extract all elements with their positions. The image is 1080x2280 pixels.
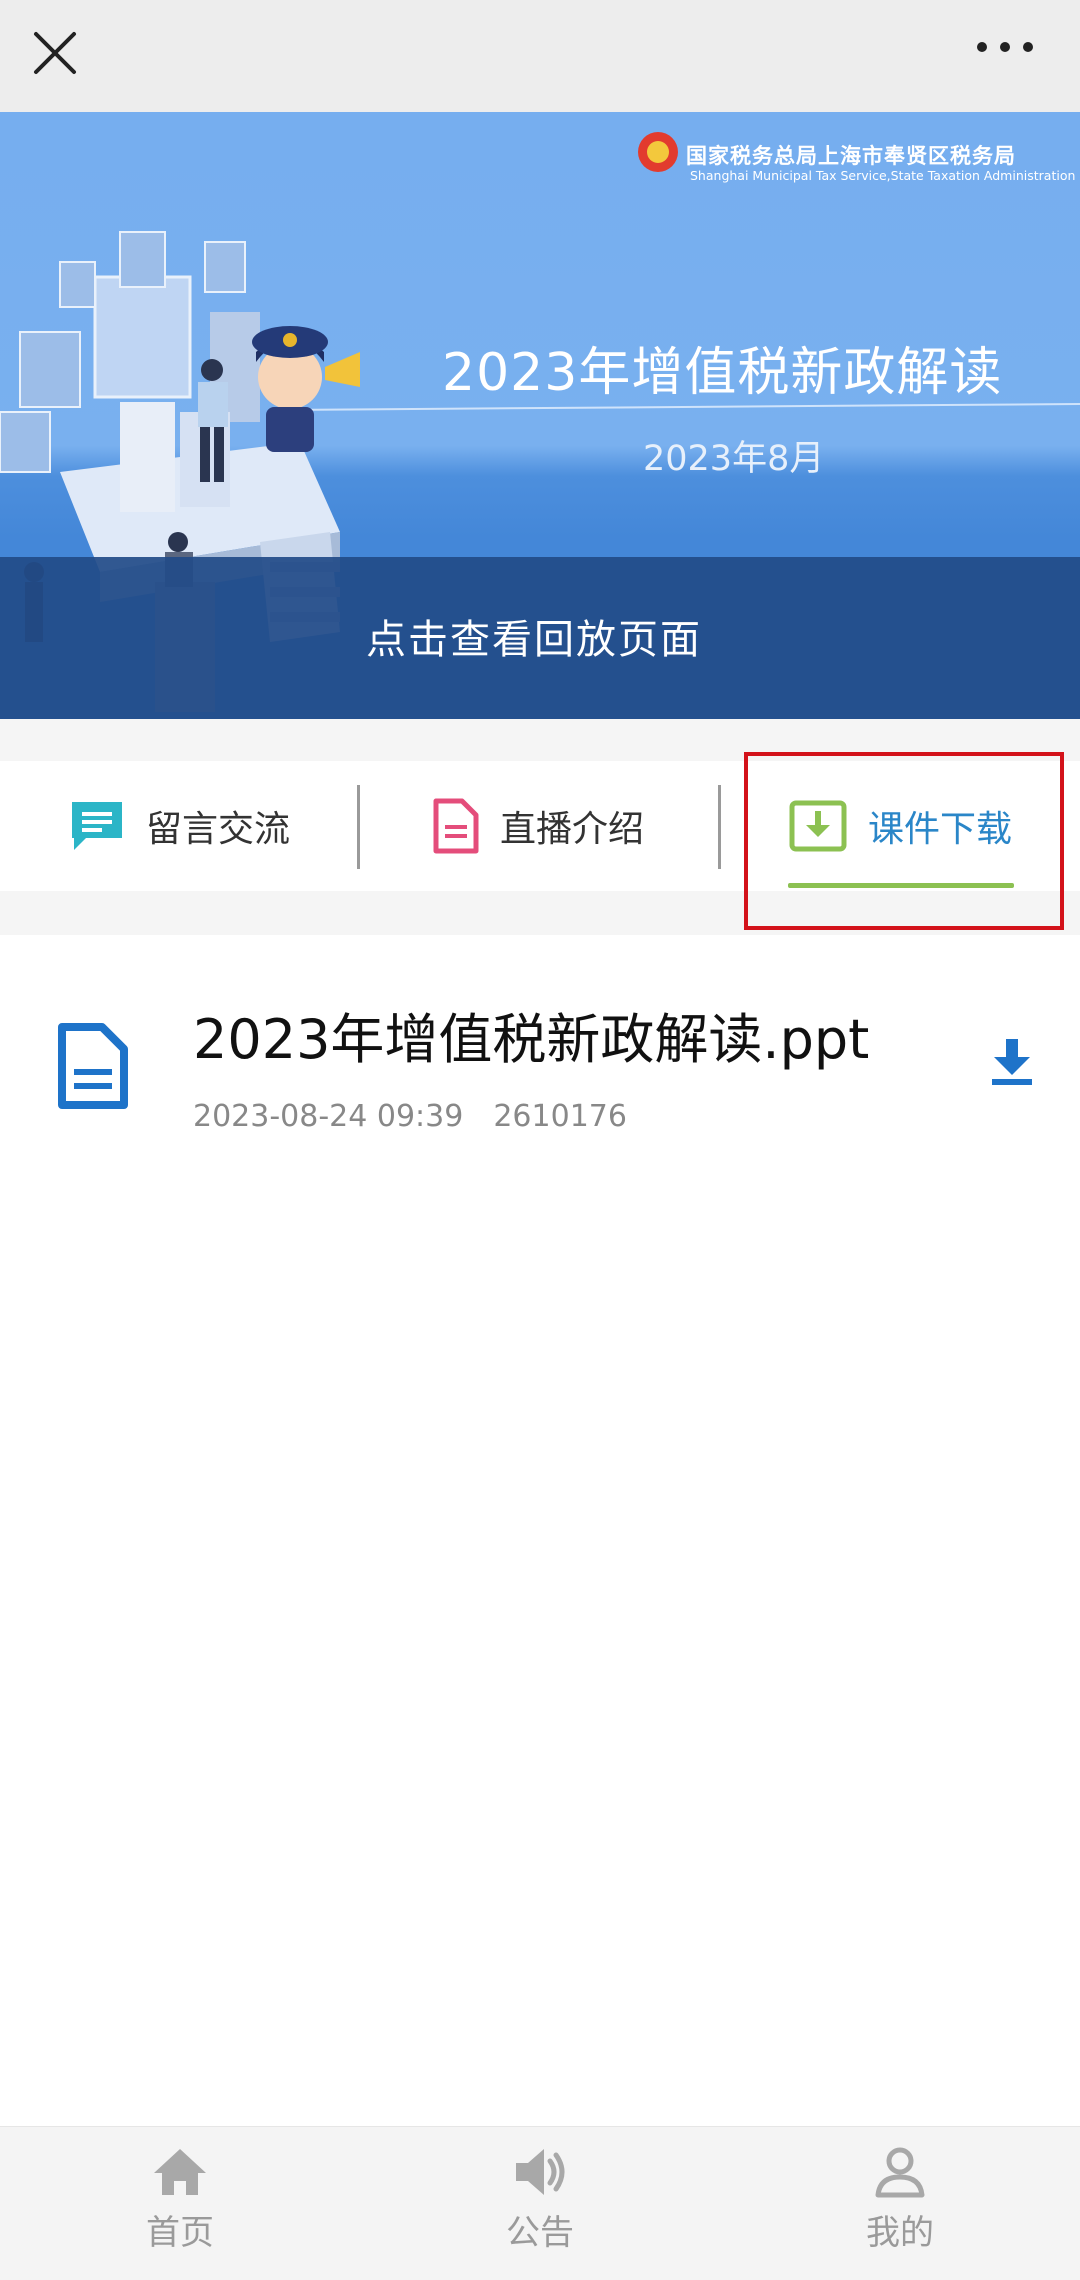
replay-link[interactable]: 点击查看回放页面 (366, 607, 702, 665)
nav-home-label: 首页 (146, 2213, 214, 2253)
user-icon (875, 2147, 925, 2198)
file-icon (58, 1023, 128, 1109)
nav-mine[interactable]: 我的 (780, 2127, 1020, 2280)
tab-message-label: 留言交流 (146, 809, 291, 850)
nav-mine-label: 我的 (866, 2213, 934, 2253)
tab-message[interactable]: 留言交流 (68, 761, 290, 891)
tab-divider (718, 785, 721, 869)
close-icon (34, 32, 76, 74)
document-icon (433, 798, 479, 854)
top-bar (0, 0, 1080, 112)
bottom-navigation: 首页 公告 我的 (0, 2126, 1080, 2280)
tab-intro[interactable]: 直播介绍 (432, 761, 644, 891)
live-replay-banner[interactable]: 国家税务总局上海市奉贤区税务局 Shanghai Municipal Tax S… (0, 112, 1080, 719)
banner-date: 2023年8月 (643, 439, 825, 479)
tab-intro-label: 直播介绍 (500, 809, 645, 850)
file-list-item[interactable]: 2023年增值税新政解读.ppt 2023-08-24 09:39 2610176 (0, 935, 1080, 1165)
more-options-button[interactable] (970, 22, 1040, 84)
file-name: 2023年增值税新政解读.ppt (193, 1008, 870, 1071)
download-icon[interactable] (988, 1035, 1036, 1087)
message-icon (72, 802, 122, 850)
banner-title: 2023年增值税新政解读 (442, 343, 1003, 403)
nav-notice[interactable]: 公告 (420, 2127, 660, 2280)
highlight-box (744, 752, 1064, 930)
banner-organization: 国家税务总局上海市奉贤区税务局 (686, 144, 1016, 168)
file-meta: 2023-08-24 09:39 2610176 (193, 1099, 657, 1134)
more-icon (977, 42, 1033, 52)
banner-organization-english: Shanghai Municipal Tax Service,State Tax… (690, 168, 1076, 183)
speaker-icon (516, 2149, 565, 2195)
file-size: 2610176 (493, 1099, 627, 1134)
tab-divider (357, 785, 360, 869)
nav-notice-label: 公告 (506, 2213, 574, 2253)
close-button[interactable] (24, 22, 86, 84)
home-icon (154, 2149, 206, 2195)
file-datetime: 2023-08-24 09:39 (193, 1099, 464, 1134)
nav-home[interactable]: 首页 (60, 2127, 300, 2280)
